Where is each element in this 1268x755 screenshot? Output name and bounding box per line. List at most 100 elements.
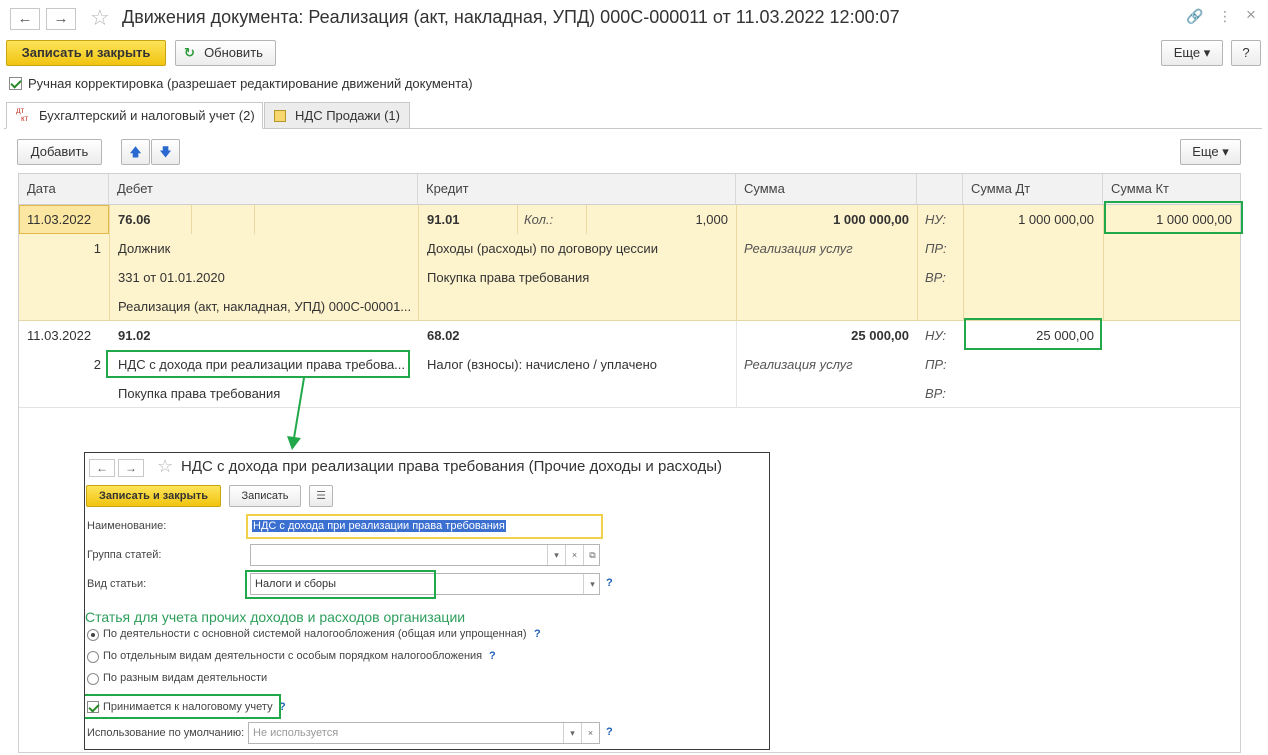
radio1-help-icon[interactable]: ?	[534, 628, 541, 640]
row1-nu-label: НУ:	[925, 212, 947, 227]
col-date[interactable]: Дата	[19, 174, 109, 205]
row2-nu-label: НУ:	[925, 328, 947, 343]
row1-credit-sub1: Доходы (расходы) по договору цессии	[427, 241, 658, 256]
register-icon	[274, 110, 286, 122]
type-dropdown-icon[interactable]: ▾	[583, 574, 599, 594]
group-clear-icon[interactable]: ×	[565, 545, 583, 565]
col-debit[interactable]: Дебет	[109, 174, 418, 205]
highlight-tax-accounting	[85, 694, 281, 719]
row1-credit-sub2: Покупка права требования	[427, 270, 590, 285]
group-dropdown-icon[interactable]: ▾	[547, 545, 565, 565]
row1-sum-dt: 1 000 000,00	[1018, 212, 1094, 227]
row2-credit-sub1: Налог (взносы): начислено / уплачено	[427, 357, 657, 372]
forward-button[interactable]: →	[46, 8, 76, 30]
name-value: НДС с дохода при реализации права требов…	[252, 520, 506, 532]
radio-various[interactable]	[87, 673, 99, 685]
row1-pr-label: ПР:	[925, 241, 947, 256]
row1-sum: 1 000 000,00	[833, 212, 909, 227]
dt-kt-icon: дт кт	[16, 107, 28, 123]
highlight-sum-dt	[964, 318, 1102, 350]
col-sum[interactable]: Сумма	[736, 174, 917, 205]
move-down-icon[interactable]: 🡇	[151, 139, 180, 165]
group-label: Группа статей:	[87, 549, 162, 561]
default-use-input[interactable]: Не используется ▾ ×	[248, 722, 600, 744]
kt-icon-text: кт	[21, 114, 29, 123]
col-sum-dt[interactable]: Сумма Дт	[963, 174, 1103, 205]
manual-edit-checkbox[interactable]	[9, 77, 22, 90]
inset-forward-button[interactable]: →	[118, 459, 144, 477]
default-use-clear-icon[interactable]: ×	[581, 723, 599, 743]
favorite-star-icon[interactable]: ☆	[90, 5, 110, 31]
default-use-placeholder: Не используется	[253, 727, 339, 739]
name-input[interactable]: НДС с дохода при реализации права требов…	[246, 514, 603, 539]
row2-number: 2	[93, 357, 101, 372]
highlight-sum-kt	[1104, 201, 1243, 234]
default-use-label: Использование по умолчанию:	[87, 727, 245, 739]
manual-edit-label: Ручная корректировка (разрешает редактир…	[28, 76, 473, 91]
tab-vat-sales[interactable]: НДС Продажи (1)	[264, 102, 410, 129]
inset-star-icon[interactable]: ☆	[157, 456, 173, 477]
col-indicator	[917, 174, 963, 205]
row2-credit-account: 68.02	[427, 328, 460, 343]
back-button[interactable]: ←	[10, 8, 40, 30]
radio2-help-icon[interactable]: ?	[489, 650, 496, 662]
more-button[interactable]: Еще ▾	[1161, 40, 1223, 66]
inset-list-icon[interactable]: ☰	[309, 485, 333, 507]
tab-vat-sales-label: НДС Продажи (1)	[295, 108, 400, 123]
highlight-type	[245, 570, 436, 599]
type-label: Вид статьи:	[87, 578, 147, 590]
default-use-dropdown-icon[interactable]: ▾	[563, 723, 581, 743]
refresh-label: Обновить	[204, 45, 263, 60]
row1-qty-label: Кол.:	[524, 212, 554, 227]
highlight-debit-sub	[106, 350, 410, 378]
row2-vr-label: ВР:	[925, 386, 946, 401]
radio-main-taxation-label: По деятельности с основной системой нало…	[103, 628, 527, 640]
radio-special-taxation[interactable]	[87, 651, 99, 663]
inset-save-close-button[interactable]: Записать и закрыть	[86, 485, 221, 507]
refresh-icon: ↻	[184, 45, 195, 60]
row2-pr-label: ПР:	[925, 357, 947, 372]
tab-accounting-label: Бухгалтерский и налоговый учет (2)	[39, 108, 255, 123]
inset-save-button[interactable]: Записать	[229, 485, 301, 507]
row2-date: 11.03.2022	[27, 328, 92, 343]
default-use-help-icon[interactable]: ?	[606, 726, 613, 738]
radio-main-taxation[interactable]	[87, 629, 99, 641]
row1-qty: 1,000	[695, 212, 728, 227]
group-input[interactable]: ▾ × ⧉	[250, 544, 600, 566]
add-button[interactable]: Добавить	[17, 139, 102, 165]
move-up-icon[interactable]: 🡅	[121, 139, 150, 165]
link-icon[interactable]: 🔗	[1186, 8, 1203, 25]
type-help-icon[interactable]: ?	[606, 577, 613, 589]
inset-back-button[interactable]: ←	[89, 459, 115, 477]
window-title: Движения документа: Реализация (акт, нак…	[122, 7, 900, 27]
radio-various-label: По разным видам деятельности	[103, 672, 268, 684]
row1-vr-label: ВР:	[925, 270, 946, 285]
row1-number: 1	[93, 241, 101, 256]
close-icon[interactable]: ×	[1246, 5, 1256, 25]
section-title: Статья для учета прочих доходов и расход…	[85, 609, 466, 625]
row2-debit-sub2: Покупка права требования	[118, 386, 281, 401]
row2-sum-note: Реализация услуг	[744, 357, 853, 372]
row2-sum: 25 000,00	[851, 328, 909, 343]
name-label: Наименование:	[87, 520, 167, 532]
row1-credit-account: 91.01	[427, 212, 460, 227]
save-and-close-button[interactable]: Записать и закрыть	[6, 40, 166, 66]
row1-sum-note: Реализация услуг	[744, 241, 853, 256]
tab-accounting[interactable]: дт кт Бухгалтерский и налоговый учет (2)	[6, 102, 263, 129]
inset-title: НДС с дохода при реализации права требов…	[181, 458, 723, 475]
pointer-arrow-icon	[287, 377, 305, 450]
col-credit[interactable]: Кредит	[418, 174, 736, 205]
group-open-icon[interactable]: ⧉	[583, 545, 599, 565]
refresh-button[interactable]: ↻ Обновить	[175, 40, 276, 66]
row1-debit-sub3: Реализация (акт, накладная, УПД) 000С-00…	[118, 299, 410, 314]
menu-dots-icon[interactable]: ⋮	[1218, 8, 1232, 25]
row2-debit-account: 91.02	[118, 328, 151, 343]
row1-date: 11.03.2022	[27, 212, 92, 227]
row1-debit-sub2: 331 от 01.01.2020	[118, 270, 225, 285]
help-button[interactable]: ?	[1231, 40, 1261, 66]
row1-debit-sub1: Должник	[118, 241, 171, 256]
radio-special-taxation-label: По отдельным видам деятельности с особым…	[103, 650, 483, 662]
row1-debit-account: 76.06	[118, 212, 151, 227]
table-more-button[interactable]: Еще ▾	[1180, 139, 1241, 165]
expense-item-window: ← → ☆ НДС с дохода при реализации права …	[84, 452, 770, 750]
